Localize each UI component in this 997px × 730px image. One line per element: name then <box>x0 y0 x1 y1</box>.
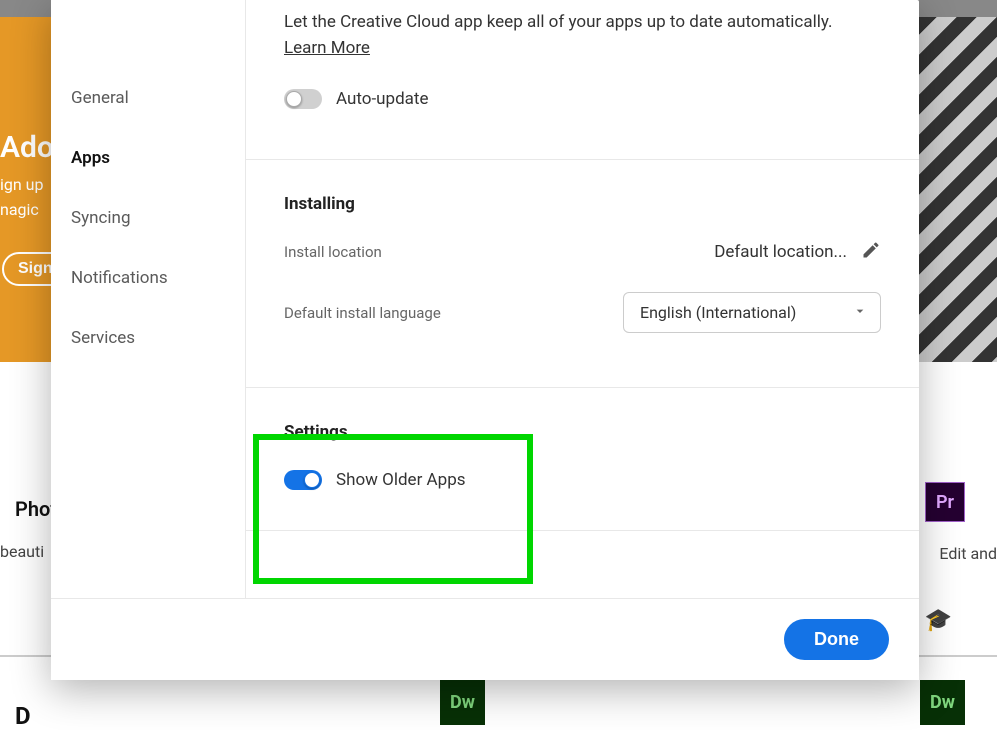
install-location-label: Install location <box>284 243 714 261</box>
show-older-apps-label: Show Older Apps <box>336 470 466 490</box>
auto-update-description: Let the Creative Cloud app keep all of y… <box>284 10 881 61</box>
toggle-knob <box>286 91 302 107</box>
sidebar-item-syncing[interactable]: Syncing <box>51 188 245 248</box>
preferences-content[interactable]: Let the Creative Cloud app keep all of y… <box>246 0 919 598</box>
auto-update-label: Auto-update <box>336 89 429 109</box>
install-language-label: Default install language <box>284 304 623 322</box>
install-location-value: Default location... <box>714 242 847 262</box>
preferences-modal: General Apps Syncing Notifications Servi… <box>51 0 919 680</box>
done-button[interactable]: Done <box>784 619 889 660</box>
settings-section: Settings Show Older Apps <box>246 388 919 531</box>
learn-more-link[interactable]: Learn More <box>284 38 370 58</box>
installing-section: Installing Install location Default loca… <box>246 160 919 388</box>
preferences-sidebar: General Apps Syncing Notifications Servi… <box>51 0 245 598</box>
auto-update-desc-text: Let the Creative Cloud app keep all of y… <box>284 12 832 32</box>
sidebar-item-services[interactable]: Services <box>51 308 245 368</box>
auto-update-section: Let the Creative Cloud app keep all of y… <box>246 0 919 160</box>
sidebar-item-notifications[interactable]: Notifications <box>51 248 245 308</box>
toggle-knob <box>304 472 320 488</box>
install-language-value: English (International) <box>640 303 796 322</box>
auto-update-toggle[interactable] <box>284 89 322 109</box>
sidebar-item-apps[interactable]: Apps <box>51 128 245 188</box>
modal-overlay: General Apps Syncing Notifications Servi… <box>0 0 997 721</box>
sidebar-item-general[interactable]: General <box>51 68 245 128</box>
modal-footer: Done <box>51 598 919 680</box>
show-older-apps-toggle[interactable] <box>284 470 322 490</box>
settings-heading: Settings <box>284 422 881 442</box>
installing-heading: Installing <box>284 194 881 214</box>
edit-icon[interactable] <box>861 240 881 264</box>
chevron-down-icon <box>852 303 868 323</box>
install-language-select[interactable]: English (International) <box>623 292 881 333</box>
